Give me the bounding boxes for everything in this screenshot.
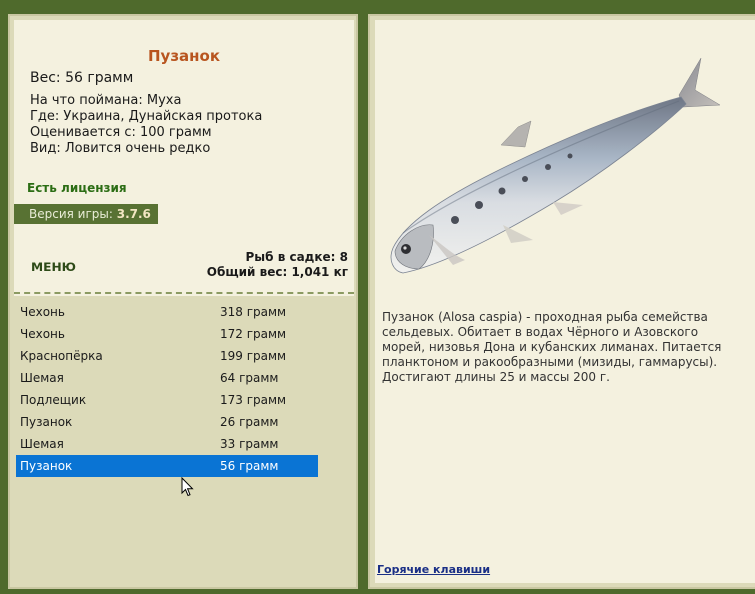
catch-list-item[interactable]: Краснопёрка 199 грамм bbox=[16, 345, 318, 367]
catch-item-weight: 318 грамм bbox=[220, 305, 287, 319]
catch-item-weight: 173 грамм bbox=[220, 393, 287, 407]
catch-list-item[interactable]: Шемая 33 грамм bbox=[16, 433, 318, 455]
catch-item-name: Шемая bbox=[20, 437, 64, 451]
version-value: 3.7.6 bbox=[116, 207, 151, 221]
divider bbox=[14, 292, 354, 294]
fish-rarity: Вид: Ловится очень редко bbox=[30, 141, 211, 156]
catch-item-name: Подлещик bbox=[20, 393, 87, 407]
catch-item-name: Пузанок bbox=[20, 459, 73, 473]
catch-list-item[interactable]: Шемая 64 грамм bbox=[16, 367, 318, 389]
svg-text:меню: меню bbox=[31, 261, 76, 273]
shad-fish-image bbox=[390, 57, 721, 274]
menu-label-graphic: меню bbox=[31, 260, 76, 274]
catch-item-name: Шемая bbox=[20, 371, 64, 385]
catch-list-item[interactable]: Подлещик 173 грамм bbox=[16, 389, 318, 411]
catch-item-weight: 199 грамм bbox=[220, 349, 287, 363]
fish-valued-from: Оценивается с: 100 грамм bbox=[30, 125, 212, 140]
mouse-pointer-icon bbox=[181, 477, 194, 497]
catch-item-weight: 64 грамм bbox=[220, 371, 279, 385]
fish-title: Пузанок bbox=[147, 47, 221, 65]
menu-button[interactable]: меню bbox=[31, 260, 77, 276]
hotkeys-link[interactable]: Горячие клавиши bbox=[377, 563, 490, 576]
catch-item-weight: 26 грамм bbox=[220, 415, 279, 429]
fish-location: Где: Украина, Дунайская протока bbox=[30, 109, 263, 124]
catch-item-name: Пузанок bbox=[20, 415, 73, 429]
version-label: Версия игры: bbox=[29, 207, 117, 221]
fish-caught-with: На что поймана: Муха bbox=[30, 93, 182, 108]
catch-item-weight: 33 грамм bbox=[220, 437, 279, 451]
catch-item-name: Чехонь bbox=[20, 327, 65, 341]
license-status: Есть лицензия bbox=[27, 181, 127, 195]
fish-weight: Вес: 56 грамм bbox=[30, 70, 134, 86]
catch-item-weight: 56 грамм bbox=[220, 459, 279, 473]
keepnet-total-weight: Общий вес: 1,041 кг bbox=[206, 265, 348, 279]
fish-description: Пузанок (Alosa caspia) - проходная рыба … bbox=[382, 310, 722, 384]
version-bar: Версия игры: 3.7.6 bbox=[14, 204, 158, 224]
catch-item-name: Краснопёрка bbox=[20, 349, 103, 363]
catch-list: Чехонь 318 грамм Чехонь 172 грамм Краснопёрк… bbox=[16, 301, 318, 477]
keepnet-stats: Рыб в садке: 8 Общий вес: 1,041 кг bbox=[207, 250, 348, 280]
catch-list-item[interactable]: Пузанок 56 грамм bbox=[16, 455, 318, 477]
catch-list-item[interactable]: Пузанок 26 грамм bbox=[16, 411, 318, 433]
catch-item-weight: 172 грамм bbox=[220, 327, 287, 341]
catch-list-item[interactable]: Чехонь 172 грамм bbox=[16, 323, 318, 345]
catch-item-name: Чехонь bbox=[20, 305, 65, 319]
keepnet-count: Рыб в садке: 8 bbox=[245, 250, 349, 264]
catch-list-item[interactable]: Чехонь 318 грамм bbox=[16, 301, 318, 323]
